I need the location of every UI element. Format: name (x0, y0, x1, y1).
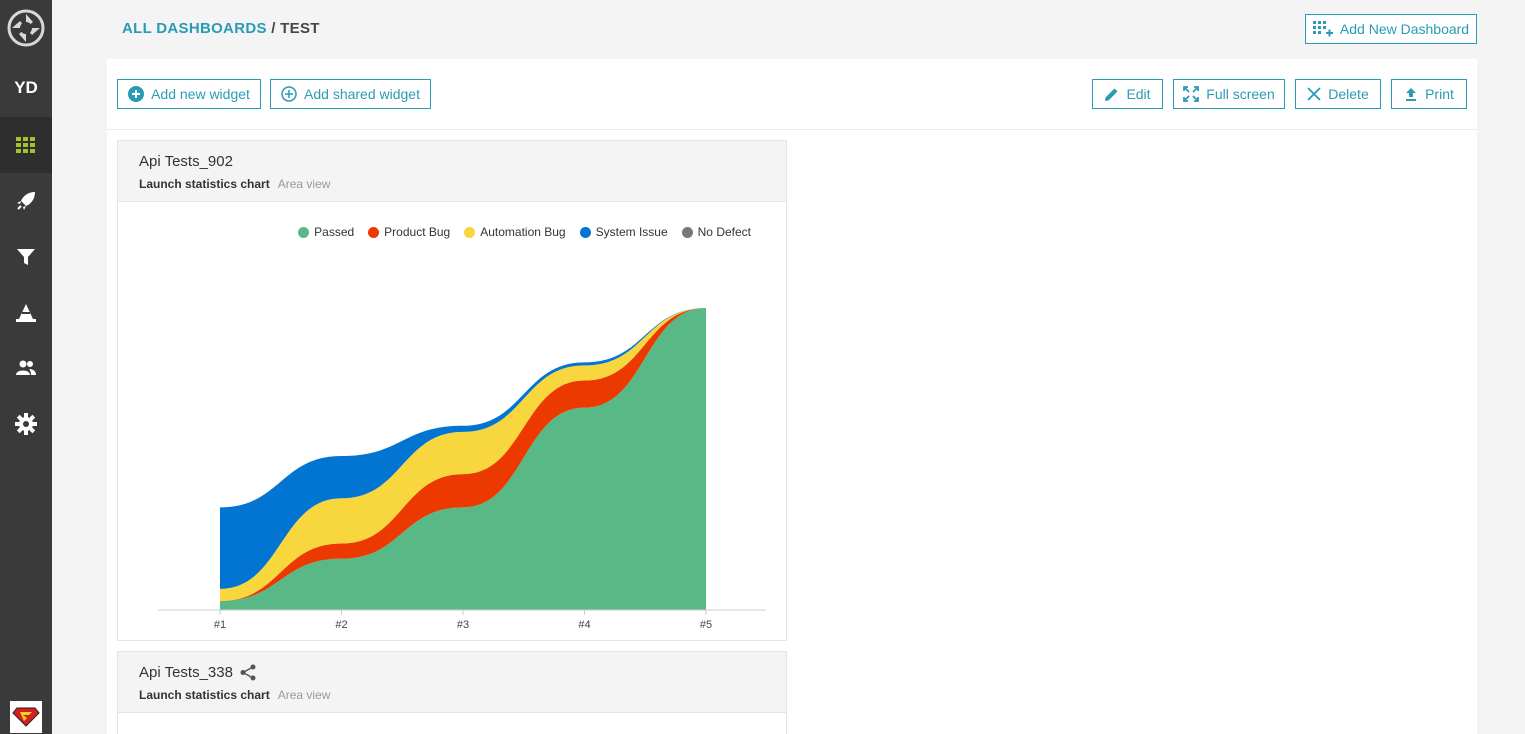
sidebar-item-members[interactable] (0, 340, 52, 396)
x-tick-label: #1 (214, 619, 226, 631)
add-shared-widget-button[interactable]: Add shared widget (270, 79, 431, 109)
add-new-widget-button[interactable]: Add new widget (117, 79, 261, 109)
toolbar-divider (107, 129, 1477, 130)
full-screen-button[interactable]: Full screen (1173, 79, 1285, 109)
x-tick-label: #2 (335, 619, 347, 631)
user-initials[interactable]: YD (0, 60, 52, 116)
add-new-widget-label: Add new widget (151, 86, 250, 102)
user-avatar[interactable] (0, 700, 52, 734)
plus-circle-icon (128, 86, 145, 102)
breadcrumb-all-dashboards[interactable]: ALL DASHBOARDS (122, 20, 267, 37)
sidebar-item-launches[interactable] (0, 173, 52, 229)
gear-icon (15, 413, 37, 435)
rocket-icon (17, 192, 35, 210)
sidebar: YD (0, 0, 52, 734)
pencil-icon (1105, 88, 1118, 101)
sidebar-item-dashboards[interactable] (0, 117, 52, 173)
x-tick-label: #4 (578, 619, 590, 631)
avatar (10, 701, 42, 733)
widget-title: Api Tests_338 (139, 664, 233, 681)
add-shared-widget-label: Add shared widget (304, 86, 420, 102)
widget-view: Area view (277, 688, 331, 702)
x-tick-label: #5 (700, 619, 712, 631)
widget-type: Launch statistics chart (139, 688, 270, 702)
close-icon (1307, 87, 1321, 101)
sidebar-item-debug[interactable] (0, 285, 52, 341)
add-new-dashboard-label: Add New Dashboard (1339, 21, 1470, 37)
widget-api-tests-902[interactable]: Api Tests_902 Launch statistics chart Are… (117, 140, 787, 641)
plus-circle-outline-icon (281, 86, 297, 102)
upload-icon (1406, 88, 1417, 101)
debug-icon (16, 304, 36, 322)
sidebar-item-settings[interactable] (0, 396, 52, 452)
breadcrumb-separator: / (266, 20, 281, 37)
edit-label: Edit (1126, 86, 1151, 102)
print-button[interactable]: Print (1391, 79, 1467, 109)
grid-icon (16, 137, 35, 153)
full-screen-label: Full screen (1206, 86, 1275, 102)
add-new-dashboard-button[interactable]: Add New Dashboard (1305, 14, 1477, 44)
widget-api-tests-338[interactable]: Api Tests_338 Launch statistics chart Are… (117, 651, 787, 734)
add-dashboard-icon (1312, 21, 1333, 37)
members-icon (16, 360, 36, 375)
fullscreen-icon (1183, 86, 1200, 102)
x-tick-label: #3 (457, 619, 469, 631)
sidebar-item-filters[interactable] (0, 229, 52, 285)
widget-header[interactable]: Api Tests_338 Launch statistics chart Are… (118, 652, 786, 713)
delete-button[interactable]: Delete (1295, 79, 1381, 109)
app-logo-icon[interactable] (0, 0, 52, 56)
breadcrumb-current: TEST (280, 20, 320, 37)
widget-subtitle: Launch statistics chart Area view (139, 688, 330, 702)
breadcrumb: ALL DASHBOARDS / TEST (122, 20, 320, 37)
filter-icon (17, 249, 35, 265)
delete-label: Delete (1328, 86, 1369, 102)
print-label: Print (1425, 86, 1454, 102)
edit-button[interactable]: Edit (1092, 79, 1163, 109)
area-chart: #1 #2 #3 #4 #5 (158, 308, 766, 631)
share-icon[interactable] (240, 664, 256, 681)
